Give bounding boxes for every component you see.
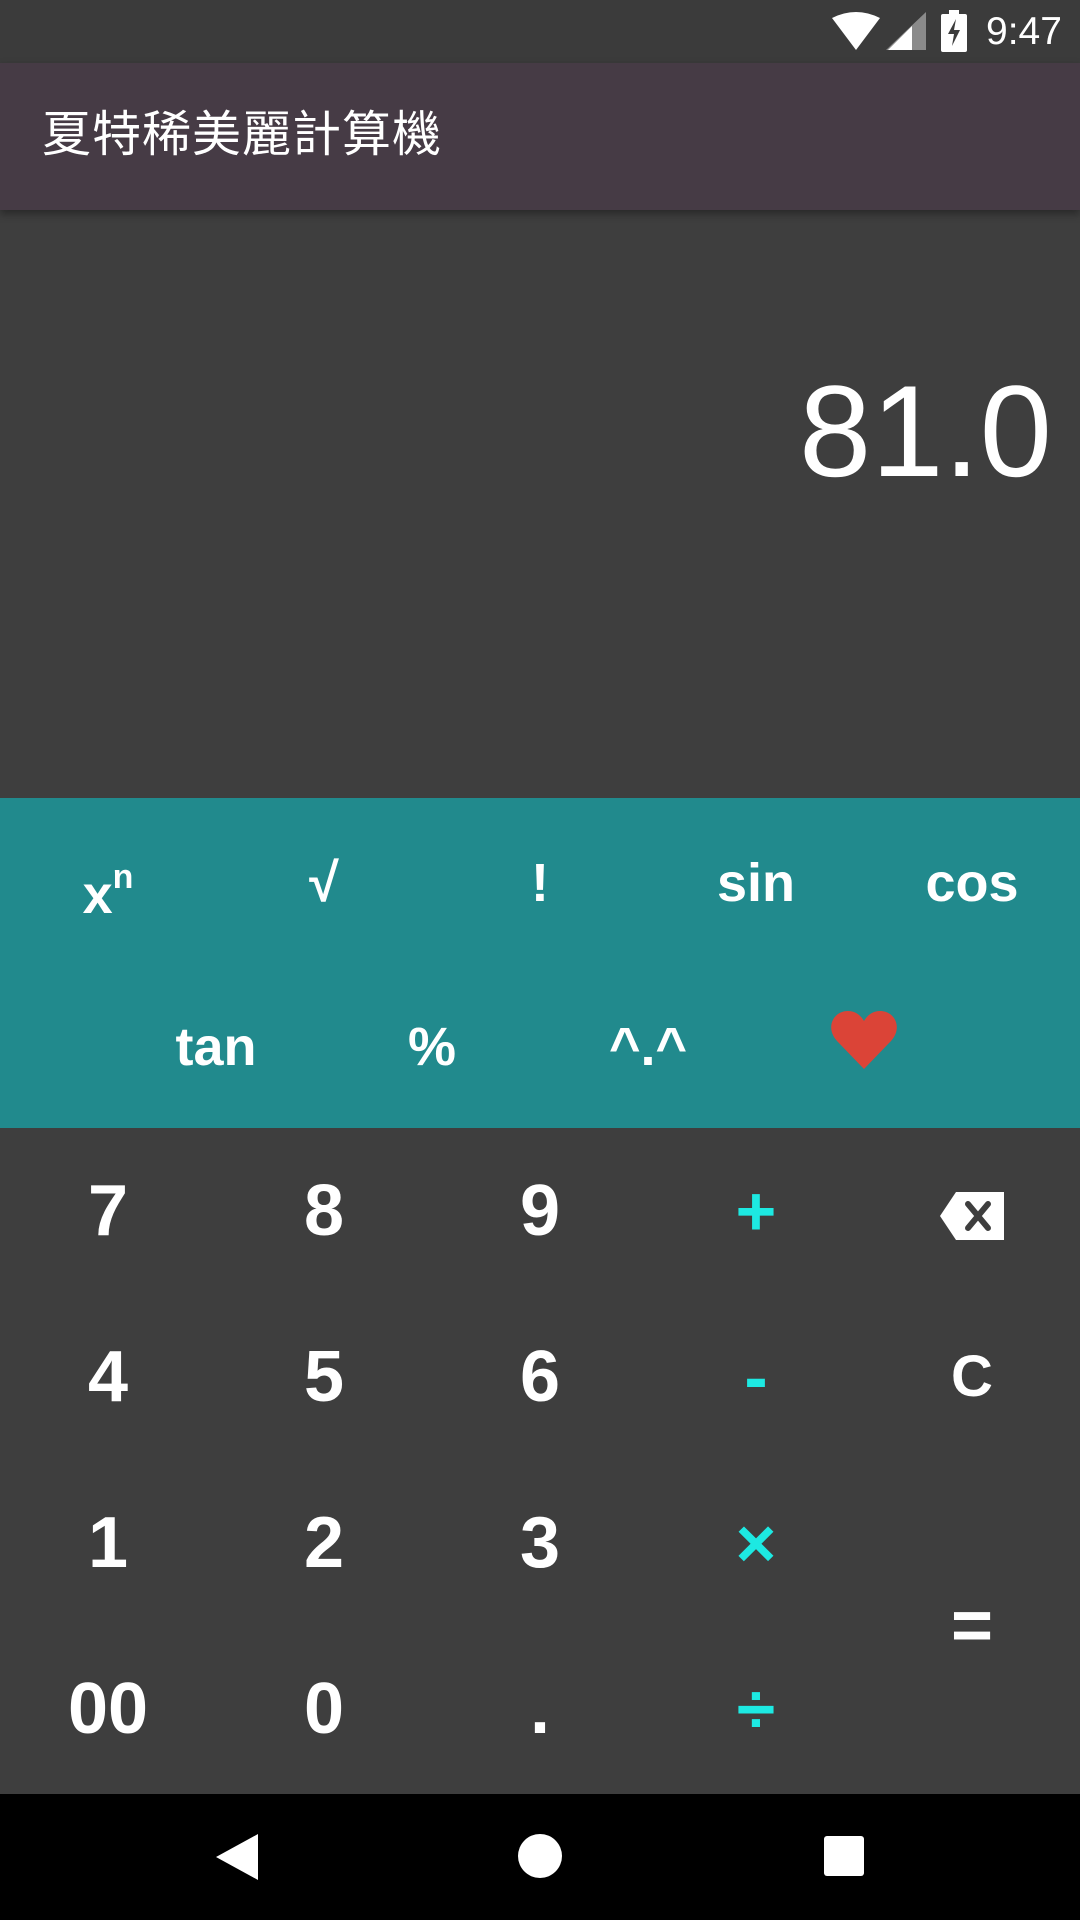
emoticon-label: ^.^ (608, 1017, 688, 1077)
power-label: x (82, 865, 113, 925)
app-bar: 夏特稀美麗計算機 (0, 63, 1080, 210)
sin-label: sin (716, 853, 796, 913)
recent-apps-icon[interactable] (824, 1836, 864, 1880)
tan-label: tan (175, 1017, 257, 1077)
key-7[interactable]: 7 (0, 1128, 216, 1294)
sqrt-button[interactable]: √ (216, 808, 432, 958)
key-5[interactable]: 5 (216, 1294, 432, 1460)
scientific-panel: xn √ ! sin cos tan % ^.^ (0, 798, 1080, 1128)
back-icon[interactable] (216, 1834, 258, 1884)
battery-charging-icon (941, 10, 967, 56)
navigation-bar (0, 1794, 1080, 1920)
app-title: 夏特稀美麗計算機 (42, 106, 443, 163)
sqrt-label: √ (309, 853, 339, 913)
number-pad: 7 8 9 + 4 5 6 - C 1 2 3 × = 00 0 . ÷ (0, 1128, 1080, 1794)
power-button[interactable]: xn (0, 808, 216, 958)
cos-button[interactable]: cos (864, 808, 1080, 958)
percent-button[interactable]: % (324, 972, 540, 1122)
key-9[interactable]: 9 (432, 1128, 648, 1294)
key-4[interactable]: 4 (0, 1294, 216, 1460)
key-0[interactable]: 0 (216, 1626, 432, 1792)
add-button[interactable]: + (648, 1128, 864, 1294)
backspace-button[interactable] (864, 1128, 1080, 1294)
tan-button[interactable]: tan (108, 972, 324, 1122)
key-8[interactable]: 8 (216, 1128, 432, 1294)
key-6[interactable]: 6 (432, 1294, 648, 1460)
clear-button[interactable]: C (864, 1294, 1080, 1460)
cos-label: cos (925, 853, 1019, 913)
backspace-icon (940, 1133, 1004, 1299)
heart-icon (831, 976, 897, 1126)
cell-signal-icon (886, 12, 926, 54)
multiply-button[interactable]: × (648, 1460, 864, 1626)
key-2[interactable]: 2 (216, 1460, 432, 1626)
key-1[interactable]: 1 (0, 1460, 216, 1626)
key-3[interactable]: 3 (432, 1460, 648, 1626)
percent-label: % (407, 1017, 456, 1077)
home-icon[interactable] (518, 1834, 562, 1882)
status-bar: 9:47 (0, 0, 1080, 63)
factorial-label: ! (531, 853, 549, 913)
emoticon-button[interactable]: ^.^ (540, 972, 756, 1122)
decimal-button[interactable]: . (432, 1626, 648, 1792)
power-superscript: n (112, 858, 134, 896)
divide-button[interactable]: ÷ (648, 1626, 864, 1792)
equals-button[interactable]: = (864, 1460, 1080, 1792)
result-display: 81.0 (0, 210, 1080, 798)
sin-button[interactable]: sin (648, 808, 864, 958)
wifi-icon (832, 12, 880, 54)
factorial-button[interactable]: ! (432, 808, 648, 958)
display-value: 81.0 (798, 358, 1052, 504)
key-00[interactable]: 00 (0, 1626, 216, 1792)
status-time: 9:47 (986, 10, 1062, 53)
heart-button[interactable] (756, 972, 972, 1122)
subtract-button[interactable]: - (648, 1294, 864, 1460)
